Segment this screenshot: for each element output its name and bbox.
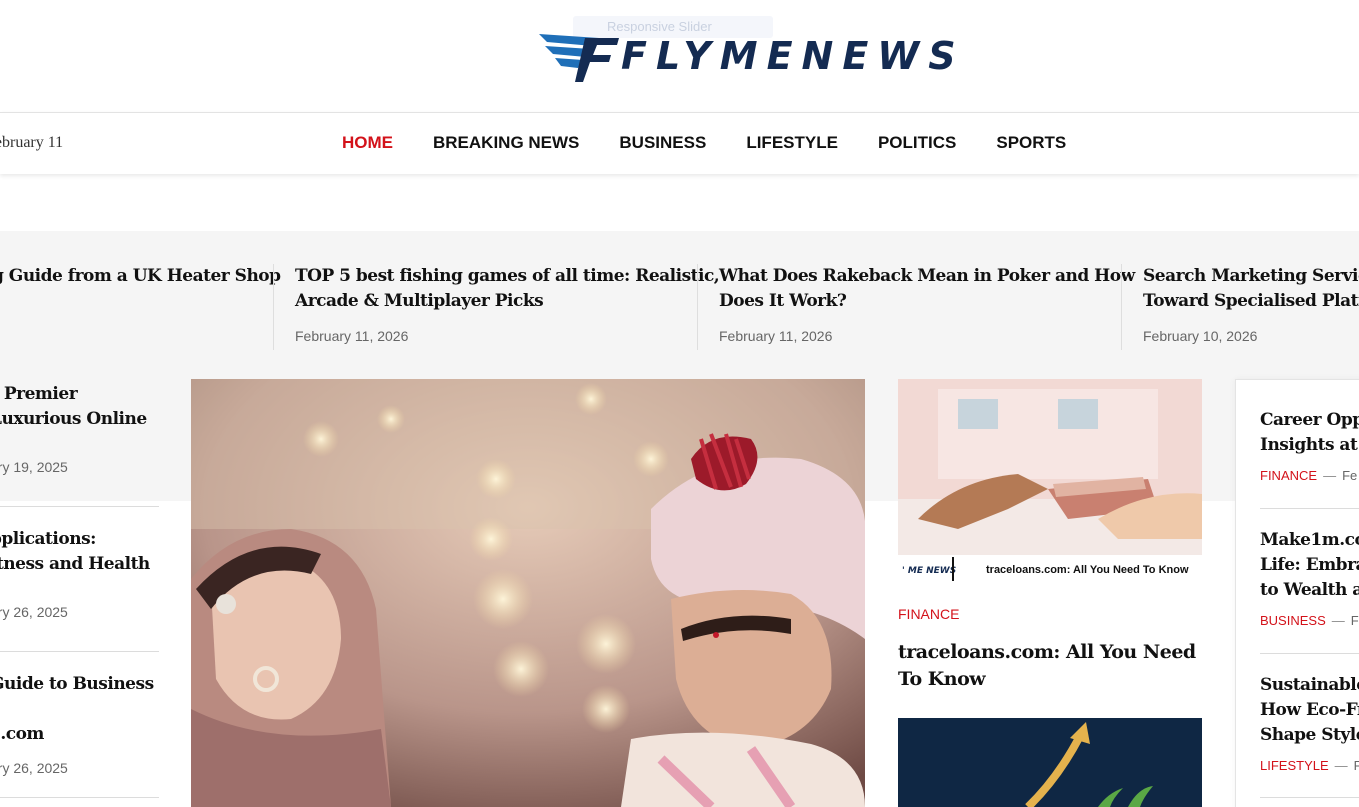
- thumb-caption-brand: ' ME NEWS: [902, 566, 956, 576]
- ticker-date: February 11, 2026: [719, 328, 833, 344]
- featured-article-image[interactable]: [191, 379, 865, 807]
- ticker-divider: [697, 264, 698, 350]
- list-item[interactable]: Career Oppo Insights at m FINANCE — Fe: [1260, 408, 1359, 483]
- loan-handshake-image: ' ME NEWS traceloans.com: All You Need T…: [898, 379, 1202, 582]
- wing-logo-icon: [539, 34, 619, 82]
- list-item-title-line1[interactable]: Sustainable: [1260, 673, 1359, 698]
- site-header: Responsive Slider FLYMENEWS: [0, 0, 1359, 113]
- meta-separator: —: [1323, 468, 1337, 483]
- list-item-date: Fe: [1353, 758, 1359, 773]
- nav-breaking-news[interactable]: BREAKING NEWS: [433, 133, 579, 153]
- site-logo[interactable]: FLYMENEWS: [537, 28, 956, 86]
- list-item-category[interactable]: FINANCE: [1260, 468, 1317, 483]
- divider: [1260, 797, 1359, 798]
- list-item-date: ary 26, 2025: [0, 760, 68, 776]
- article-title[interactable]: traceloans.com: All You Need To Know: [898, 639, 1202, 693]
- list-item[interactable]: Make1m.con Life: Embrac to Wealth an BUS…: [1260, 528, 1359, 628]
- divider: [0, 797, 159, 798]
- ticker-title-line1[interactable]: Search Marketing Service P: [1143, 264, 1359, 289]
- list-item-category[interactable]: LIFESTYLE: [1260, 758, 1329, 773]
- ticker-item[interactable]: What Does Rakeback Mean in Poker and How…: [719, 264, 1135, 350]
- ticker-divider: [273, 264, 274, 350]
- nav-home[interactable]: HOME: [342, 133, 393, 153]
- nav-sports[interactable]: SPORTS: [996, 133, 1066, 153]
- list-item-date: Fe: [1350, 613, 1359, 628]
- list-item-date: Fe: [1342, 468, 1358, 483]
- growth-arrow-image: [898, 718, 1202, 807]
- ticker-date: February 11, 2026: [295, 328, 409, 344]
- wedding-photo-image: [191, 379, 865, 807]
- nav-menu: HOME BREAKING NEWS BUSINESS LIFESTYLE PO…: [342, 133, 1106, 153]
- list-item-meta: BUSINESS — Fe: [1260, 613, 1359, 628]
- list-item-title-line2[interactable]: Luxurious Online: [0, 407, 160, 432]
- list-item-title-line2[interactable]: How Eco-Fri: [1260, 698, 1359, 723]
- list-item[interactable]: pplications: itness and Health ary 26, 2…: [0, 527, 160, 620]
- list-item-title-line1[interactable]: pplications:: [0, 527, 160, 552]
- ticker-title-line2[interactable]: Does It Work?: [719, 289, 1135, 314]
- ticker-item[interactable]: g Guide from a UK Heater Shop: [0, 264, 281, 350]
- article-thumbnail[interactable]: ' ME NEWS traceloans.com: All You Need T…: [898, 379, 1202, 582]
- main-navbar: February 11 HOME BREAKING NEWS BUSINESS …: [0, 112, 1359, 174]
- ticker-title-line2[interactable]: Arcade & Multiplayer Picks: [295, 289, 719, 314]
- list-item-date: ary 26, 2025: [0, 604, 68, 620]
- list-item-title-line1[interactable]: Guide to Business: [0, 672, 160, 697]
- divider: [1260, 653, 1359, 654]
- nav-politics[interactable]: POLITICS: [878, 133, 956, 153]
- meta-separator: —: [1331, 613, 1345, 628]
- divider: [0, 506, 159, 507]
- list-item-title-line2[interactable]: e.com: [0, 722, 160, 747]
- list-item-meta: FINANCE — Fe: [1260, 468, 1359, 483]
- ticker-date: February 10, 2026: [1143, 328, 1258, 344]
- nav-lifestyle[interactable]: LIFESTYLE: [746, 133, 838, 153]
- article-category[interactable]: FINANCE: [898, 606, 959, 622]
- ticker-item[interactable]: TOP 5 best fishing games of all time: Re…: [295, 264, 720, 350]
- list-item-date: ary 19, 2025: [0, 459, 68, 475]
- ticker-title-line2[interactable]: Toward Specialised Platforn: [1143, 289, 1359, 314]
- ticker-title[interactable]: g Guide from a UK Heater Shop: [0, 264, 281, 289]
- list-item-title-line1[interactable]: Make1m.con: [1260, 528, 1359, 553]
- divider: [1260, 508, 1359, 509]
- meta-separator: —: [1334, 758, 1348, 773]
- ticker-divider: [1121, 264, 1122, 350]
- list-item[interactable]: Guide to Business e.com ary 26, 2025: [0, 672, 160, 776]
- list-item-title-line1[interactable]: Career Oppo: [1260, 408, 1359, 433]
- list-item-title-line1[interactable]: r Premier: [0, 382, 160, 407]
- list-item-category[interactable]: BUSINESS: [1260, 613, 1326, 628]
- ticker-item[interactable]: Search Marketing Service P Toward Specia…: [1143, 264, 1359, 350]
- divider: [0, 651, 159, 652]
- list-item-title-line2[interactable]: Insights at m: [1260, 433, 1359, 458]
- logo-wordmark: FLYMENEWS: [621, 34, 965, 78]
- list-item[interactable]: r Premier Luxurious Online ary 19, 2025: [0, 382, 160, 475]
- list-item[interactable]: Sustainable How Eco-Fri Shape Style LIFE…: [1260, 673, 1359, 773]
- thumb-caption-text: traceloans.com: All You Need To Know: [986, 564, 1189, 576]
- list-item-title-line3[interactable]: Shape Style: [1260, 723, 1359, 748]
- article-thumbnail[interactable]: [898, 718, 1202, 807]
- list-item-meta: LIFESTYLE — Fe: [1260, 758, 1359, 773]
- current-date: February 11: [0, 134, 64, 151]
- list-item-title-line2[interactable]: Life: Embrac: [1260, 553, 1359, 578]
- nav-business[interactable]: BUSINESS: [619, 133, 706, 153]
- list-item-title-line2[interactable]: itness and Health: [0, 552, 160, 577]
- ticker-title-line1[interactable]: TOP 5 best fishing games of all time: Re…: [295, 264, 720, 289]
- ticker-title-line1[interactable]: What Does Rakeback Mean in Poker and How: [719, 264, 1135, 289]
- list-item-title-line3[interactable]: to Wealth an: [1260, 578, 1359, 603]
